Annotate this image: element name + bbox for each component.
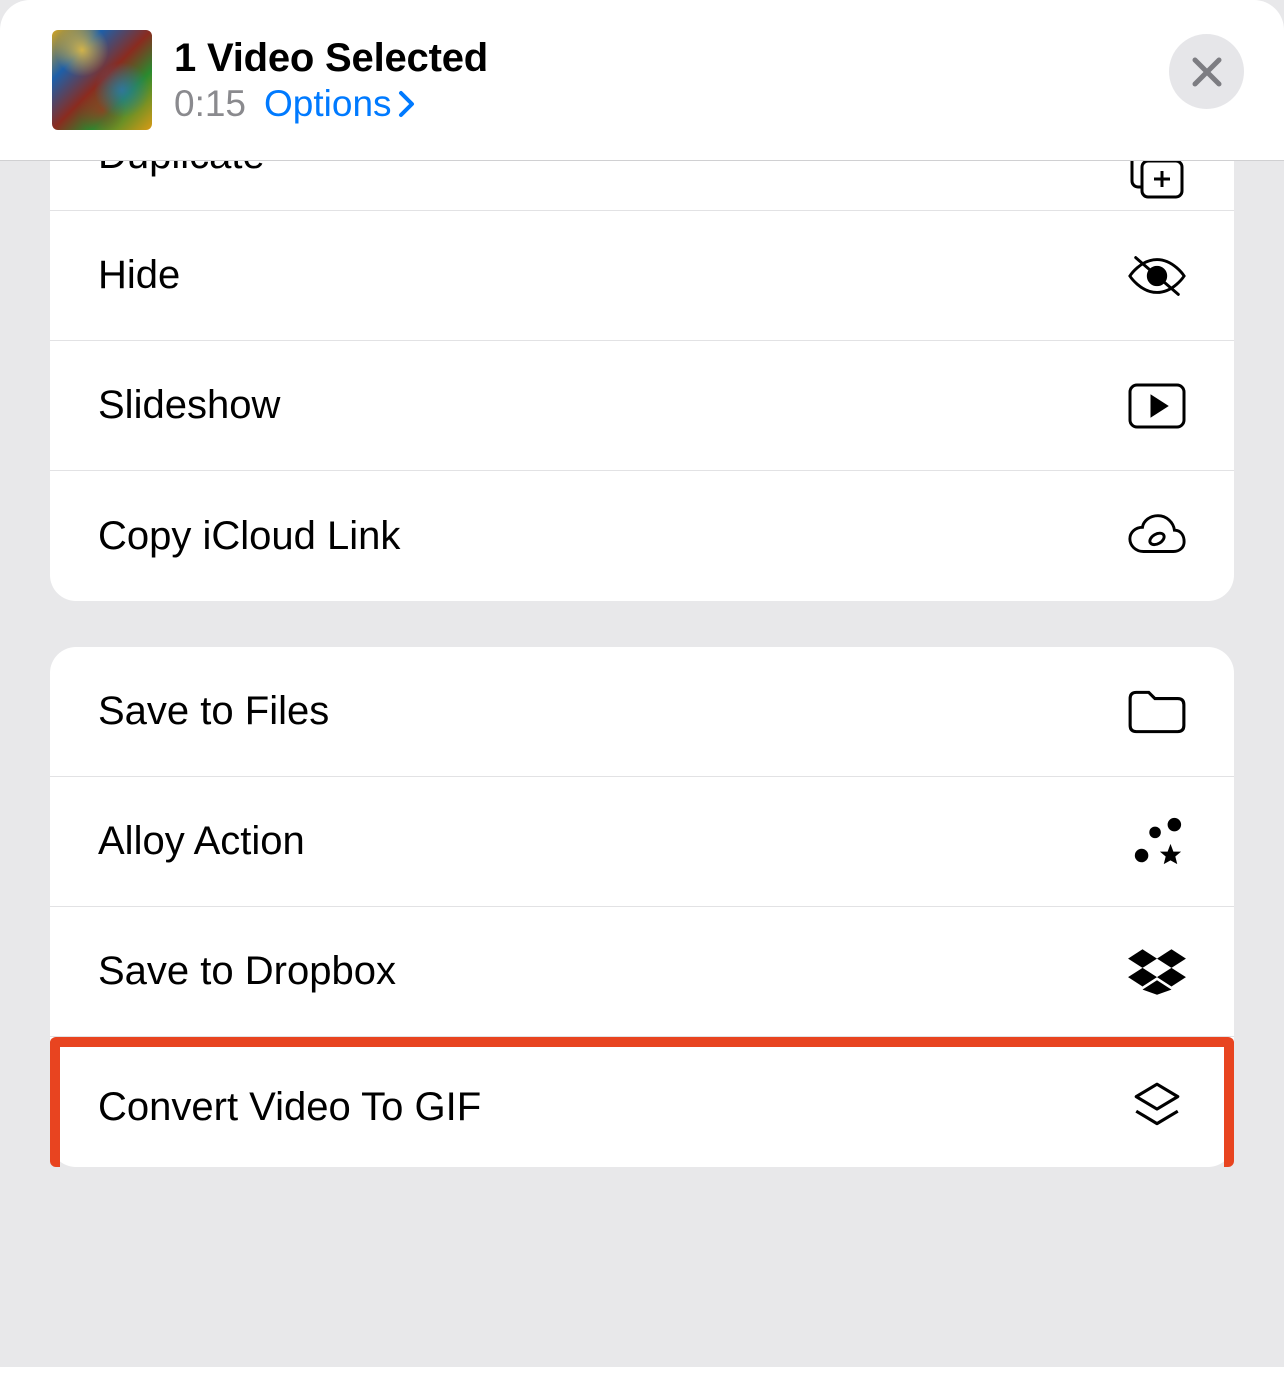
cloud-link-icon: [1126, 509, 1188, 563]
play-rectangle-icon: [1126, 379, 1188, 433]
action-label: Copy iCloud Link: [98, 514, 400, 559]
action-convert-video-to-gif[interactable]: Convert Video To GIF: [50, 1037, 1234, 1167]
share-sheet: 1 Video Selected 0:15 Options Duplicate: [0, 0, 1284, 1386]
action-label: Duplicate: [98, 161, 265, 178]
action-group-2: Save to Files Alloy Action Save to Dropb…: [50, 647, 1234, 1167]
action-label: Convert Video To GIF: [98, 1085, 481, 1130]
folder-icon: [1126, 685, 1188, 739]
action-copy-icloud-link[interactable]: Copy iCloud Link: [50, 471, 1234, 601]
layers-icon: [1126, 1080, 1188, 1134]
close-button[interactable]: [1169, 34, 1244, 109]
action-label: Save to Files: [98, 689, 329, 734]
eye-slash-icon: [1126, 249, 1188, 303]
action-group-1: Duplicate Hide Slideshow Copy iCloud Lin…: [50, 161, 1234, 601]
action-save-to-dropbox[interactable]: Save to Dropbox: [50, 907, 1234, 1037]
action-duplicate[interactable]: Duplicate: [50, 161, 1234, 211]
alloy-icon: [1126, 815, 1188, 869]
sheet-subtitle: 0:15 Options: [174, 83, 1244, 125]
action-save-to-files[interactable]: Save to Files: [50, 647, 1234, 777]
sheet-header: 1 Video Selected 0:15 Options: [0, 0, 1284, 161]
action-label: Slideshow: [98, 383, 280, 428]
action-label: Alloy Action: [98, 819, 305, 864]
close-icon: [1189, 54, 1225, 90]
chevron-right-icon: [398, 90, 416, 118]
video-thumbnail[interactable]: [52, 30, 152, 130]
video-duration: 0:15: [174, 83, 246, 125]
action-alloy[interactable]: Alloy Action: [50, 777, 1234, 907]
actions-content: Duplicate Hide Slideshow Copy iCloud Lin…: [0, 161, 1284, 1367]
duplicate-icon: [1126, 161, 1188, 203]
action-label: Hide: [98, 253, 180, 298]
action-hide[interactable]: Hide: [50, 211, 1234, 341]
header-text: 1 Video Selected 0:15 Options: [174, 36, 1244, 125]
dropbox-icon: [1126, 945, 1188, 999]
options-button[interactable]: Options: [264, 83, 416, 125]
action-slideshow[interactable]: Slideshow: [50, 341, 1234, 471]
options-label: Options: [264, 83, 392, 125]
sheet-title: 1 Video Selected: [174, 36, 1244, 81]
action-label: Save to Dropbox: [98, 949, 396, 994]
